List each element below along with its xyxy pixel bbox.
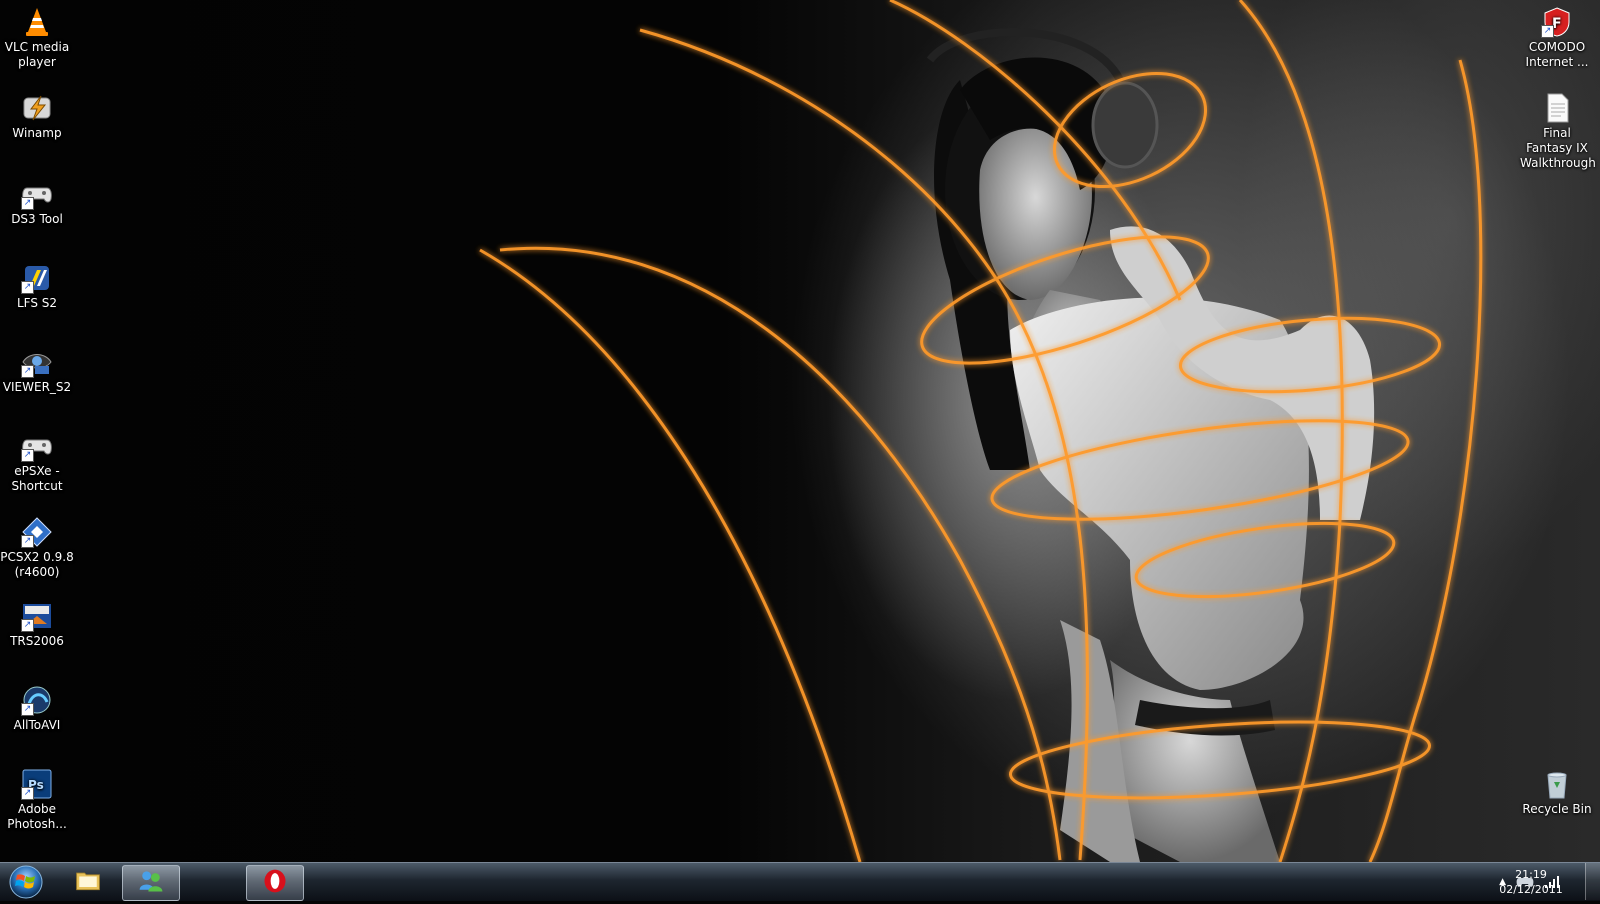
clock[interactable]: 21:19 02/12/2011 — [1496, 867, 1566, 897]
desktop-icon-label: AllToAVI — [13, 718, 61, 732]
shortcut-arrow-icon: ↗ — [21, 281, 34, 294]
desktop-icon-label: ePSXe - Shortcut — [11, 464, 63, 493]
shortcut-arrow-icon: ↗ — [21, 703, 34, 716]
desktop-icon-final-fantasy-ix-walkthrough[interactable]: Final Fantasy IX Walkthrough — [1520, 92, 1596, 171]
desktop-icon-alltoavi[interactable]: ↗ AllToAVI — [0, 684, 74, 733]
text-document-icon — [1541, 92, 1573, 124]
desktop-icon-label: Final Fantasy IX Walkthrough — [1520, 126, 1596, 170]
vlc-icon — [21, 6, 53, 38]
shortcut-arrow-icon: ↗ — [21, 787, 34, 800]
shortcut-arrow-icon: ↗ — [21, 197, 34, 210]
desktop-icon-label: TRS2006 — [10, 634, 64, 648]
desktop-icon-label: DS3 Tool — [11, 212, 63, 226]
clock-date: 02/12/2011 — [1499, 883, 1563, 896]
desktop-icon-trs2006[interactable]: ↗ TRS2006 — [0, 600, 74, 649]
desktop-icon-viewer-s2[interactable]: ↗ VIEWER_S2 — [0, 346, 74, 395]
desktop-icon-label: PCSX2 0.9.8 (r4600) — [0, 550, 74, 579]
desktop-icon-ds3-tool[interactable]: ↗ DS3 Tool — [0, 178, 74, 227]
pcsx2-icon: ↗ — [21, 516, 53, 548]
start-button[interactable] — [4, 864, 48, 900]
desktop-icon-adobe-photosh[interactable]: Ps ↗ Adobe Photosh... — [0, 768, 74, 832]
shortcut-arrow-icon: ↗ — [21, 365, 34, 378]
wallpaper-figure — [926, 28, 1375, 862]
shortcut-arrow-icon: ↗ — [21, 535, 34, 548]
comodo-icon: F ↗ — [1541, 6, 1573, 38]
taskbar-winamp[interactable] — [184, 865, 242, 904]
gamepad-icon: ↗ — [21, 178, 53, 210]
desktop-icon-pcsx2-0-9-8-r4600[interactable]: ↗ PCSX2 0.9.8 (r4600) — [0, 516, 74, 580]
desktop-icon-label: COMODO Internet ... — [1525, 40, 1589, 69]
photoshop-icon: Ps ↗ — [21, 768, 53, 800]
alltoavi-icon: ↗ — [21, 684, 53, 716]
desktop-icon-epsxe-shortcut[interactable]: ↗ ePSXe - Shortcut — [0, 430, 74, 494]
trs2006-icon: ↗ — [21, 600, 53, 632]
clock-time: 21:19 — [1515, 868, 1547, 881]
show-desktop-button[interactable] — [1585, 863, 1600, 900]
winamp-icon — [21, 92, 53, 124]
viewer-eye-icon: ↗ — [21, 346, 53, 378]
desktop-icon-vlc-media-player[interactable]: VLC media player — [0, 6, 74, 70]
recycle-bin-icon — [1541, 768, 1573, 800]
shortcut-arrow-icon: ↗ — [1541, 25, 1554, 38]
desktop-icon-comodo-internet[interactable]: F ↗ COMODO Internet ... — [1520, 6, 1594, 70]
taskbar-windows-explorer[interactable] — [60, 865, 116, 899]
desktop-icon-label: Winamp — [12, 126, 62, 140]
shortcut-arrow-icon: ↗ — [21, 449, 34, 462]
wallpaper — [479, 0, 1483, 862]
desktop-icon-label: Adobe Photosh... — [7, 802, 67, 831]
folder-icon — [72, 866, 104, 898]
windows-orb-icon — [9, 865, 43, 899]
opera-icon — [259, 867, 291, 899]
shortcut-arrow-icon: ↗ — [21, 619, 34, 632]
taskbar: ▲ 21:19 02/12/2011 — [0, 862, 1600, 904]
desktop-icon-winamp[interactable]: Winamp — [0, 92, 74, 141]
desktop-icon-lfs-s2[interactable]: ↗ LFS S2 — [0, 262, 74, 311]
taskbar-windows-live-messenger[interactable] — [122, 865, 180, 901]
taskbar-opera[interactable] — [246, 865, 304, 901]
gamepad-icon: ↗ — [21, 430, 53, 462]
desktop-icon-recycle-bin[interactable]: Recycle Bin — [1520, 768, 1594, 817]
desktop-icon-label: Recycle Bin — [1522, 802, 1592, 816]
desktop-icon-label: LFS S2 — [16, 296, 58, 310]
desktop-icon-label: VLC media player — [4, 40, 70, 69]
lfs-icon: ↗ — [21, 262, 53, 294]
desktop-icon-label: VIEWER_S2 — [2, 380, 72, 394]
messenger-icon — [135, 867, 167, 899]
desktop[interactable]: VLC media player Winamp ↗ DS3 Tool ↗ LFS S2 ↗ V… — [0, 0, 1600, 862]
